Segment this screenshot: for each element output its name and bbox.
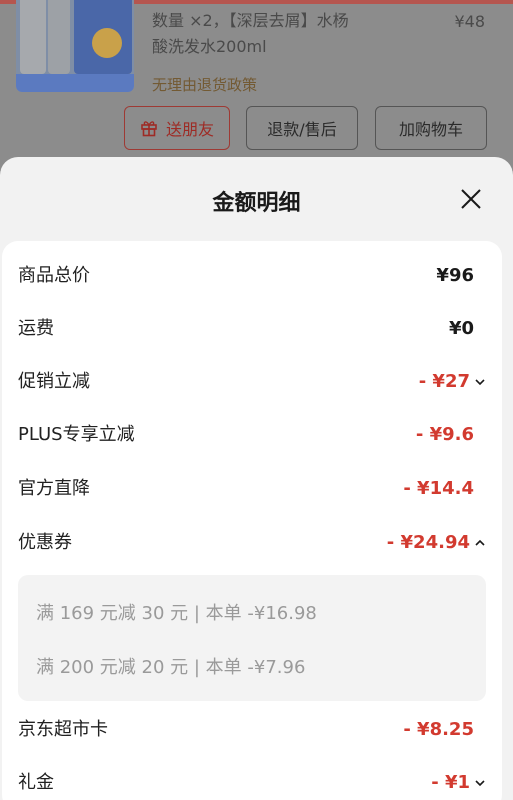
row-value: ¥0 [448, 318, 474, 339]
product-description[interactable]: 数量 ×2，【深层去屑】水杨 酸洗发水200ml [152, 8, 392, 60]
badge-image [92, 28, 122, 58]
coupon-value: - ¥24.94 [386, 532, 470, 553]
row-label: PLUS专享立减 [18, 424, 135, 445]
coupon-item: 满 200 元减 20 元 | 本单 -¥7.96 [36, 657, 306, 678]
row-label: 礼金 [18, 772, 54, 793]
row-label: 官方直降 [18, 478, 90, 499]
bottle-image [20, 0, 46, 74]
row-label: 京东超市卡 [18, 719, 108, 740]
bottle-image [48, 0, 70, 74]
row-label: 商品总价 [18, 265, 90, 286]
row-value: - ¥9.6 [415, 424, 474, 445]
close-icon[interactable] [459, 187, 483, 211]
row-value: - ¥8.25 [403, 719, 474, 740]
sheet-title: 金额明细 [212, 191, 301, 216]
product-info-line: 数量 ×2，【深层去屑】水杨 [152, 11, 349, 30]
promotion-value: - ¥27 [418, 371, 470, 392]
add-to-cart-label: 加购物车 [398, 120, 463, 139]
chevron-down-icon[interactable] [474, 777, 486, 789]
coupon-item: 满 169 元减 30 元 | 本单 -¥16.98 [36, 603, 317, 624]
row-value: ¥96 [436, 265, 474, 286]
product-info-line: 酸洗发水200ml [152, 37, 267, 56]
add-to-cart-button[interactable]: 加购物车 [375, 106, 487, 150]
row-label: 运费 [18, 318, 54, 339]
row-promotion[interactable]: 促销立减 - ¥27 [2, 355, 502, 408]
order-detail-background: 数量 ×2，【深层去屑】水杨 酸洗发水200ml ¥48 无理由退货政策 送朋友… [0, 0, 513, 170]
refund-button[interactable]: 退款/售后 [246, 106, 358, 150]
row-value: - ¥24.94 [387, 516, 486, 569]
row-value: - ¥14.4 [403, 478, 474, 499]
product-price: ¥48 [454, 12, 485, 31]
thumbnail-banner [16, 74, 134, 92]
row-official-discount: 官方直降 - ¥14.4 [2, 462, 502, 515]
row-supermarket-card: 京东超市卡 - ¥8.25 [2, 703, 502, 756]
row-plus-discount: PLUS专享立减 - ¥9.6 [2, 408, 502, 461]
product-thumbnail[interactable] [16, 0, 134, 92]
row-label: 促销立减 [18, 371, 90, 392]
row-coupon[interactable]: 优惠券 - ¥24.94 [2, 516, 502, 569]
coupon-details: 满 169 元减 30 元 | 本单 -¥16.98 满 200 元减 20 元… [18, 575, 486, 701]
chevron-up-icon[interactable] [474, 537, 486, 549]
chevron-down-icon[interactable] [474, 376, 486, 388]
gift-money-value: - ¥1 [431, 772, 470, 793]
row-shipping: 运费 ¥0 [2, 302, 502, 355]
amount-breakdown-card: 商品总价 ¥96 运费 ¥0 促销立减 - ¥27 PLUS专享立减 - ¥9.… [2, 241, 502, 800]
amount-detail-sheet: 金额明细 商品总价 ¥96 运费 ¥0 促销立减 - ¥27 PLUS专享立减 … [0, 157, 513, 800]
send-gift-button[interactable]: 送朋友 [124, 106, 230, 150]
row-label: 优惠券 [18, 532, 72, 553]
gift-icon [141, 121, 157, 137]
refund-label: 退款/售后 [267, 120, 337, 139]
row-value: - ¥1 [431, 756, 486, 800]
row-gift-money[interactable]: 礼金 - ¥1 [2, 756, 502, 800]
send-gift-label: 送朋友 [165, 120, 214, 139]
row-value: - ¥27 [419, 355, 486, 408]
return-policy-link[interactable]: 无理由退货政策 [152, 74, 257, 95]
row-goods-total: 商品总价 ¥96 [2, 249, 502, 302]
